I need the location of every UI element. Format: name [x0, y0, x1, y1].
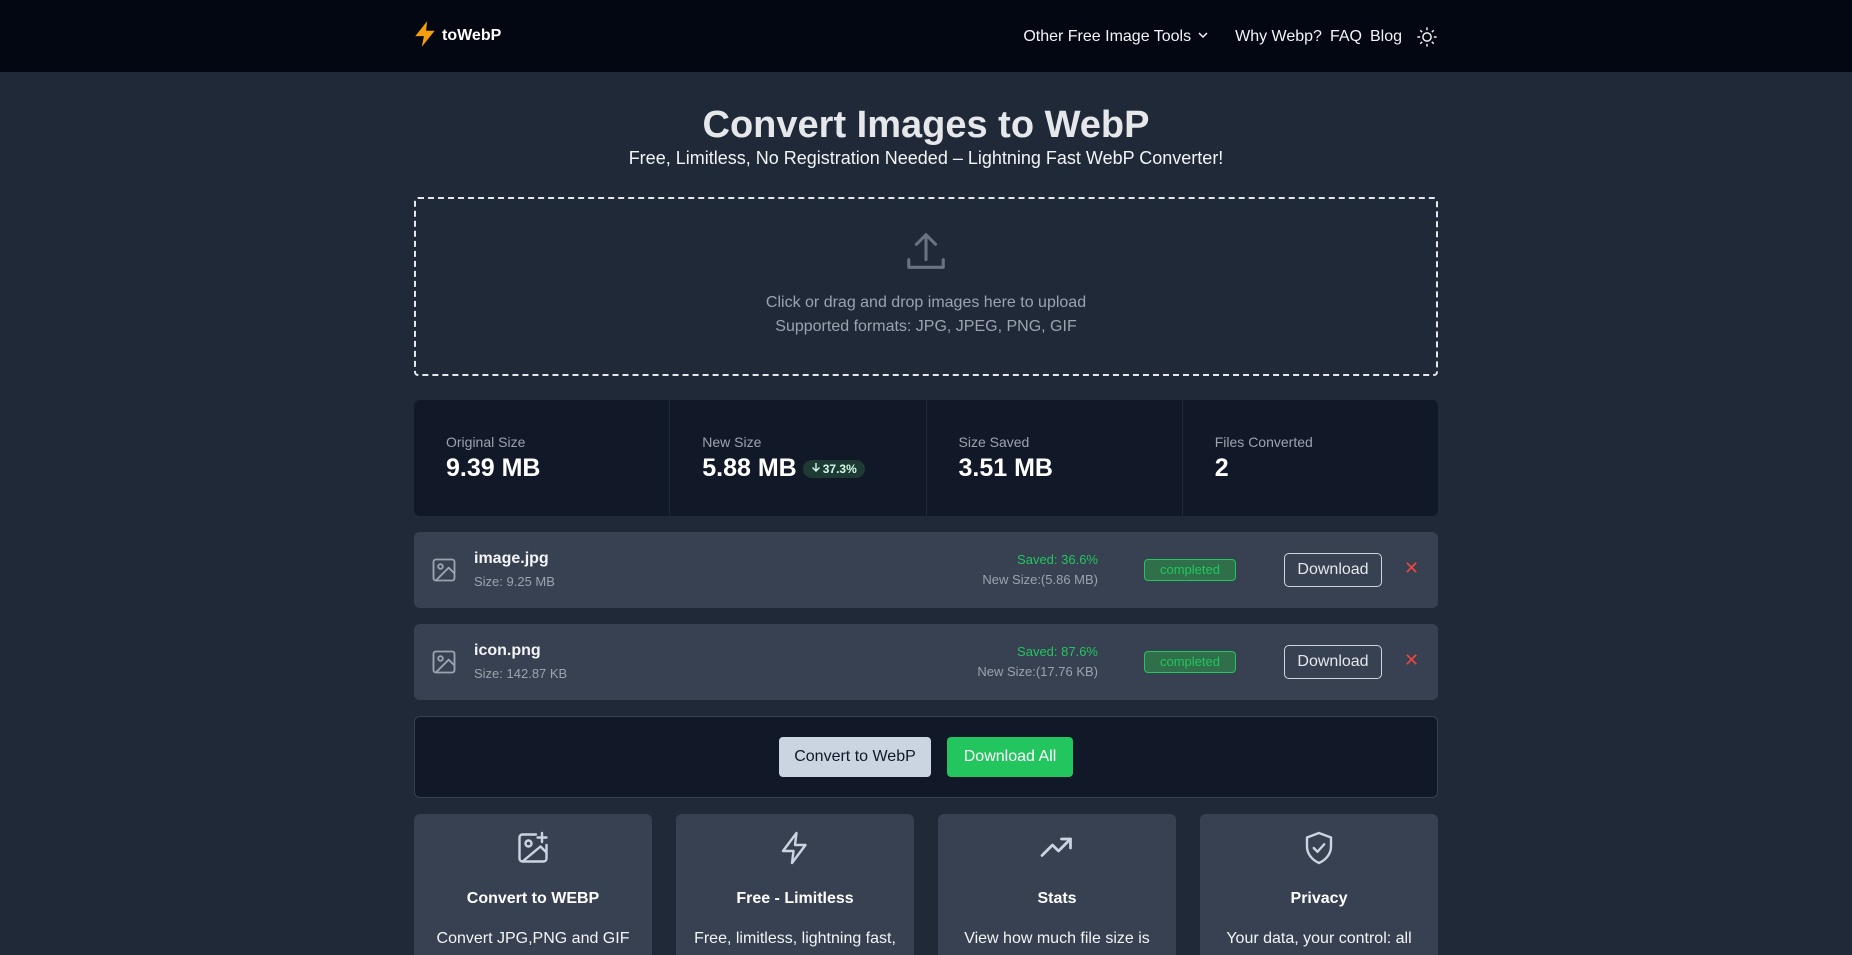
download-button[interactable]: Download	[1284, 553, 1382, 587]
dropzone-formats: Supported formats: JPG, JPEG, PNG, GIF	[775, 318, 1077, 335]
nav-blog[interactable]: Blog	[1370, 28, 1402, 46]
main-nav: Other Free Image Tools Why Webp? FAQ Blo…	[1023, 22, 1438, 52]
image-plus-icon	[515, 830, 551, 871]
other-tools-label: Other Free Image Tools	[1023, 28, 1192, 45]
nav-why-webp[interactable]: Why Webp?	[1235, 28, 1322, 46]
lightning-icon	[777, 830, 813, 871]
logo-text: toWebP	[442, 27, 502, 44]
reduction-percent: 37.3%	[822, 461, 857, 476]
upload-dropzone[interactable]: Click or drag and drop images here to up…	[414, 197, 1438, 376]
arrow-down-icon	[811, 462, 821, 476]
feature-card-privacy: Privacy Your data, your control: all	[1200, 814, 1438, 955]
logo[interactable]: toWebP	[412, 20, 501, 52]
shield-check-icon	[1301, 830, 1337, 871]
stats-panel: Original Size 9.39 MB New Size 5.88 MB 3…	[414, 400, 1438, 516]
feature-card-stats: Stats View how much file size is	[938, 814, 1176, 955]
feature-title: Stats	[1037, 890, 1077, 907]
file-name: icon.png	[474, 642, 541, 659]
feature-description: Your data, your control: all	[1226, 930, 1412, 947]
chevron-down-icon	[1197, 28, 1209, 46]
image-icon	[430, 648, 458, 681]
saved-percent: Saved: 87.6%	[1017, 644, 1098, 659]
lightning-icon	[412, 20, 438, 53]
feature-title: Convert to WEBP	[466, 890, 600, 907]
saved-percent: Saved: 36.6%	[1017, 552, 1098, 567]
stat-files-converted: Files Converted 2	[1183, 400, 1438, 516]
status-badge: completed	[1144, 559, 1236, 581]
stat-label: Original Size	[446, 434, 526, 450]
top-navbar: toWebP Other Free Image Tools Why Webp? …	[0, 0, 1852, 72]
feature-description: View how much file size is	[964, 930, 1150, 947]
stat-original-size: Original Size 9.39 MB	[414, 400, 671, 516]
page-title: Convert Images to WebP	[702, 104, 1150, 146]
upload-icon	[903, 229, 949, 280]
stat-value: 9.39 MB	[446, 454, 541, 482]
actions-bar: Convert to WebP Download All	[414, 716, 1438, 798]
feature-title: Privacy	[1290, 890, 1348, 907]
remove-file-button[interactable]: ✕	[1404, 650, 1419, 671]
stat-size-saved: Size Saved 3.51 MB	[927, 400, 1183, 516]
dropzone-instruction: Click or drag and drop images here to up…	[765, 294, 1087, 311]
feature-description: Free, limitless, lightning fast,	[694, 930, 896, 947]
stat-value: 5.88 MB	[702, 454, 797, 482]
file-size: Size: 142.87 KB	[474, 666, 568, 681]
sun-icon[interactable]	[1416, 26, 1438, 48]
stat-label: New Size	[702, 434, 762, 450]
file-row: image.jpg Size: 9.25 MB Saved: 36.6% New…	[414, 532, 1438, 608]
feature-title: Free - Limitless	[736, 890, 854, 907]
new-file-size: New Size:(17.76 KB)	[977, 664, 1098, 679]
page-subtitle: Free, Limitless, No Registration Needed …	[628, 148, 1224, 168]
file-size: Size: 9.25 MB	[474, 574, 555, 589]
feature-card-convert: Convert to WEBP Convert JPG,PNG and GIF	[414, 814, 652, 955]
status-badge: completed	[1144, 651, 1236, 673]
stat-new-size: New Size 5.88 MB 37.3%	[670, 400, 927, 516]
stat-label: Size Saved	[958, 434, 1030, 450]
reduction-badge: 37.3%	[802, 459, 865, 478]
new-file-size: New Size:(5.86 MB)	[982, 572, 1098, 587]
trending-up-icon	[1039, 830, 1075, 871]
feature-card-free: Free - Limitless Free, limitless, lightn…	[676, 814, 914, 955]
other-tools-dropdown[interactable]: Other Free Image Tools	[1023, 28, 1209, 46]
remove-file-button[interactable]: ✕	[1404, 558, 1419, 579]
stat-label: Files Converted	[1214, 434, 1313, 450]
feature-description: Convert JPG,PNG and GIF	[436, 930, 630, 947]
download-button[interactable]: Download	[1284, 645, 1382, 679]
stat-value: 3.51 MB	[958, 454, 1053, 482]
file-name: image.jpg	[474, 550, 549, 567]
nav-faq[interactable]: FAQ	[1330, 28, 1362, 46]
convert-button[interactable]: Convert to WebP	[779, 737, 931, 777]
stat-value: 2	[1214, 454, 1229, 482]
download-all-button[interactable]: Download All	[947, 737, 1073, 777]
file-row: icon.png Size: 142.87 KB Saved: 87.6% Ne…	[414, 624, 1438, 700]
image-icon	[430, 556, 458, 589]
